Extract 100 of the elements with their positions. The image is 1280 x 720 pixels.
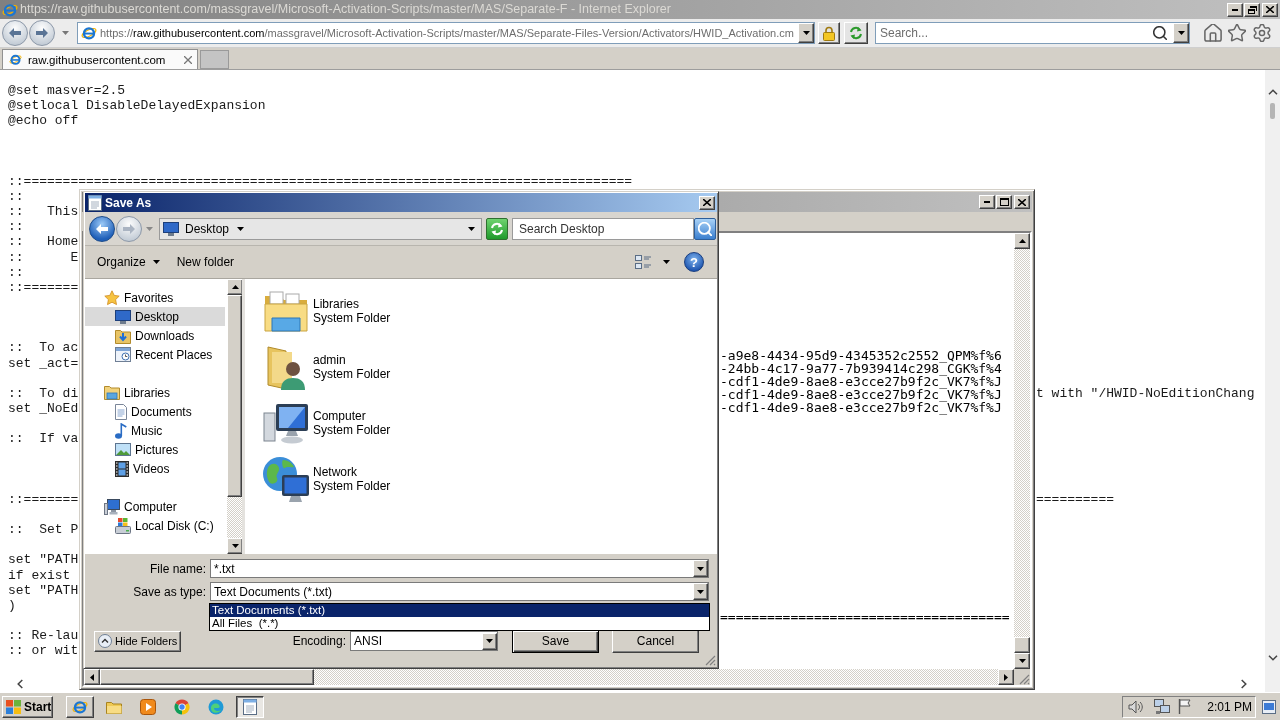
- computer-icon: [104, 498, 120, 515]
- star-icon[interactable]: [1228, 24, 1246, 42]
- file-type-select[interactable]: Text Documents (*.txt): [210, 582, 709, 601]
- scrollbar-thumb[interactable]: [227, 295, 242, 497]
- close-button[interactable]: [1014, 195, 1030, 209]
- scroll-up-button[interactable]: [1014, 233, 1030, 249]
- chevron-up-icon[interactable]: [1267, 89, 1278, 95]
- tree-item[interactable]: Favorites: [85, 288, 225, 307]
- dropdown-button[interactable]: [693, 560, 708, 577]
- window-title: https://raw.githubusercontent.com/massgravel/Microsoft-Activation-Scripts/master/MAS/Separate-F - Internet Explorer: [20, 1, 671, 18]
- code-line: :: If va: [8, 431, 79, 447]
- view-dropdown[interactable]: [661, 257, 671, 267]
- chevron-down-icon[interactable]: [1267, 655, 1278, 661]
- search-field[interactable]: Search...: [880, 24, 1147, 42]
- code-line: :: To di: [8, 385, 79, 401]
- item-type: System Folder: [313, 367, 391, 381]
- scroll-up-button[interactable]: [227, 279, 243, 295]
- scroll-left-button[interactable]: [84, 669, 100, 685]
- tree-item[interactable]: Recent Places: [85, 345, 225, 364]
- breadcrumb-button[interactable]: Desktop: [183, 221, 247, 236]
- caret-icon[interactable]: [468, 226, 475, 231]
- minimize-button[interactable]: [979, 195, 995, 209]
- forward-button[interactable]: [29, 20, 55, 46]
- close-button[interactable]: [1262, 2, 1278, 17]
- item-type: System Folder: [313, 423, 391, 437]
- back-button[interactable]: [2, 20, 28, 46]
- address-dropdown[interactable]: [798, 23, 814, 43]
- flag-icon[interactable]: [1178, 699, 1191, 714]
- code-line: ::==============================================================================: [8, 173, 633, 189]
- home-icon[interactable]: [1204, 24, 1222, 42]
- file-name-field[interactable]: *.txt: [210, 559, 709, 578]
- dropdown-button[interactable]: [693, 583, 708, 600]
- forward-arrow-icon: [36, 28, 48, 38]
- code-line: :: Set P: [8, 522, 79, 538]
- network-icon[interactable]: [1154, 699, 1170, 714]
- item-name[interactable]: Computer: [313, 409, 391, 423]
- code-line: :: or wit: [8, 643, 79, 659]
- search-field[interactable]: Search Desktop: [512, 217, 694, 240]
- refresh-button[interactable]: [486, 217, 508, 240]
- desktop-icon[interactable]: [1262, 699, 1276, 714]
- tree-item[interactable]: Computer: [85, 497, 225, 516]
- history-dropdown[interactable]: [60, 28, 70, 38]
- tree-item[interactable]: Videos: [85, 459, 225, 478]
- browser-tab[interactable]: raw.githubusercontent.com: [2, 49, 198, 69]
- toolbar-button[interactable]: New folder: [173, 251, 238, 273]
- cancel-button[interactable]: Cancel: [612, 629, 699, 653]
- search-box[interactable]: Search...: [875, 22, 1190, 44]
- tree-item[interactable]: Pictures: [85, 440, 225, 459]
- caret-icon: [237, 226, 245, 231]
- security-button[interactable]: [818, 22, 840, 44]
- encoding-select[interactable]: ANSI: [350, 631, 498, 651]
- close-button[interactable]: [699, 195, 715, 210]
- caret-icon: [1177, 31, 1185, 35]
- dropdown-button[interactable]: [482, 632, 497, 650]
- tree-item[interactable]: Local Disk (C:): [85, 516, 225, 535]
- maximize-button[interactable]: [996, 195, 1012, 209]
- swirl-icon: [208, 698, 224, 715]
- arrow-down-icon: [1018, 659, 1026, 663]
- address-field[interactable]: https://raw.githubusercontent.com/massgravel/Microsoft-Activation-Scripts/master/MAS/Separate-Files-Version/Activators/HWID_Activation.cm: [100, 27, 794, 39]
- hide-folders-button[interactable]: Hide Folders: [94, 630, 182, 652]
- item-name[interactable]: Libraries: [313, 297, 391, 311]
- network-globe-icon[interactable]: [262, 455, 310, 503]
- scrollbar-thumb[interactable]: [1014, 637, 1030, 653]
- save-button[interactable]: Save: [512, 629, 599, 653]
- scroll-right-button[interactable]: [998, 669, 1014, 685]
- tree-item[interactable]: Desktop: [85, 307, 225, 326]
- restore-button[interactable]: [1244, 2, 1260, 17]
- code-line: set "PATH: [8, 552, 79, 568]
- taskbar-button[interactable]: [236, 695, 264, 718]
- back-button[interactable]: [89, 215, 115, 242]
- scroll-down-button[interactable]: [227, 538, 243, 554]
- speaker-icon[interactable]: [1128, 699, 1144, 714]
- tree-item[interactable]: Music: [85, 421, 225, 440]
- chevron-left-icon[interactable]: [17, 679, 23, 689]
- library-icon: [104, 385, 120, 400]
- chevron-right-icon[interactable]: [1241, 679, 1247, 689]
- dialog-title: Save As: [105, 195, 152, 210]
- search-icon[interactable]: [1153, 26, 1167, 40]
- search-dropdown[interactable]: [1173, 23, 1189, 43]
- minimize-icon: [1232, 8, 1238, 11]
- scrollbar-thumb[interactable]: [1270, 103, 1275, 119]
- settings-icon[interactable]: [1253, 24, 1271, 42]
- tree-item[interactable]: Downloads: [85, 326, 225, 345]
- desktop-icon: [115, 309, 131, 324]
- minimize-button[interactable]: [1227, 2, 1243, 17]
- toolbar-button[interactable]: Organize: [94, 251, 163, 273]
- view-options-icon[interactable]: [635, 254, 651, 270]
- scrollbar-thumb[interactable]: [100, 669, 314, 685]
- tree-item[interactable]: Documents: [85, 402, 225, 421]
- picture-icon: [115, 443, 131, 456]
- dropdown-option[interactable]: Text Documents (*.txt): [210, 604, 709, 617]
- start-button[interactable]: Start: [2, 695, 53, 718]
- search-button[interactable]: [694, 217, 716, 240]
- close-icon[interactable]: [184, 55, 192, 64]
- close-icon: [703, 199, 711, 206]
- clock-time[interactable]: 2:01 PM: [1207, 699, 1252, 714]
- tree-item[interactable]: Libraries: [85, 383, 225, 402]
- item-name[interactable]: admin: [313, 353, 391, 367]
- scroll-down-button[interactable]: [1014, 653, 1030, 669]
- item-name[interactable]: Network: [313, 465, 391, 479]
